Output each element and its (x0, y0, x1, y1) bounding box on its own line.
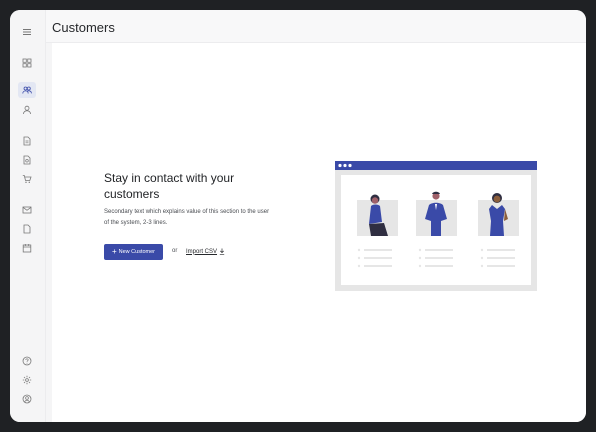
import-csv-label: Import CSV (186, 248, 218, 255)
calendar-icon[interactable] (18, 240, 36, 256)
page-title: Customers (52, 20, 115, 35)
account-icon[interactable] (18, 391, 36, 407)
main-content: Stay in contact with your customers Seco… (52, 43, 586, 422)
customers-illustration (335, 161, 537, 291)
user-icon[interactable] (18, 102, 36, 118)
customers-icon[interactable] (18, 82, 36, 98)
app-window: Customers Stay in contact with your cust… (10, 10, 586, 422)
dashboard-icon[interactable] (18, 55, 36, 71)
or-separator: or (172, 248, 178, 254)
settings-icon[interactable] (18, 372, 36, 388)
empty-state-heading: Stay in contact with your customers (104, 171, 235, 201)
download-icon (219, 248, 225, 255)
import-csv-link[interactable]: Import CSV (186, 248, 225, 255)
empty-state-description: Secondary text which explains value of t… (104, 209, 270, 226)
plus-icon: + (111, 247, 117, 256)
file-icon[interactable] (18, 221, 36, 237)
menu-icon[interactable] (18, 24, 36, 40)
sidebar (10, 10, 46, 422)
mail-icon[interactable] (18, 202, 36, 218)
cart-icon[interactable] (18, 171, 36, 187)
page-header: Customers (46, 10, 586, 43)
help-icon[interactable] (18, 353, 36, 369)
invoice-icon[interactable] (18, 152, 36, 168)
new-customer-button[interactable]: + New Customer (104, 244, 163, 260)
document-icon[interactable] (18, 133, 36, 149)
new-customer-label: New Customer (118, 249, 156, 255)
